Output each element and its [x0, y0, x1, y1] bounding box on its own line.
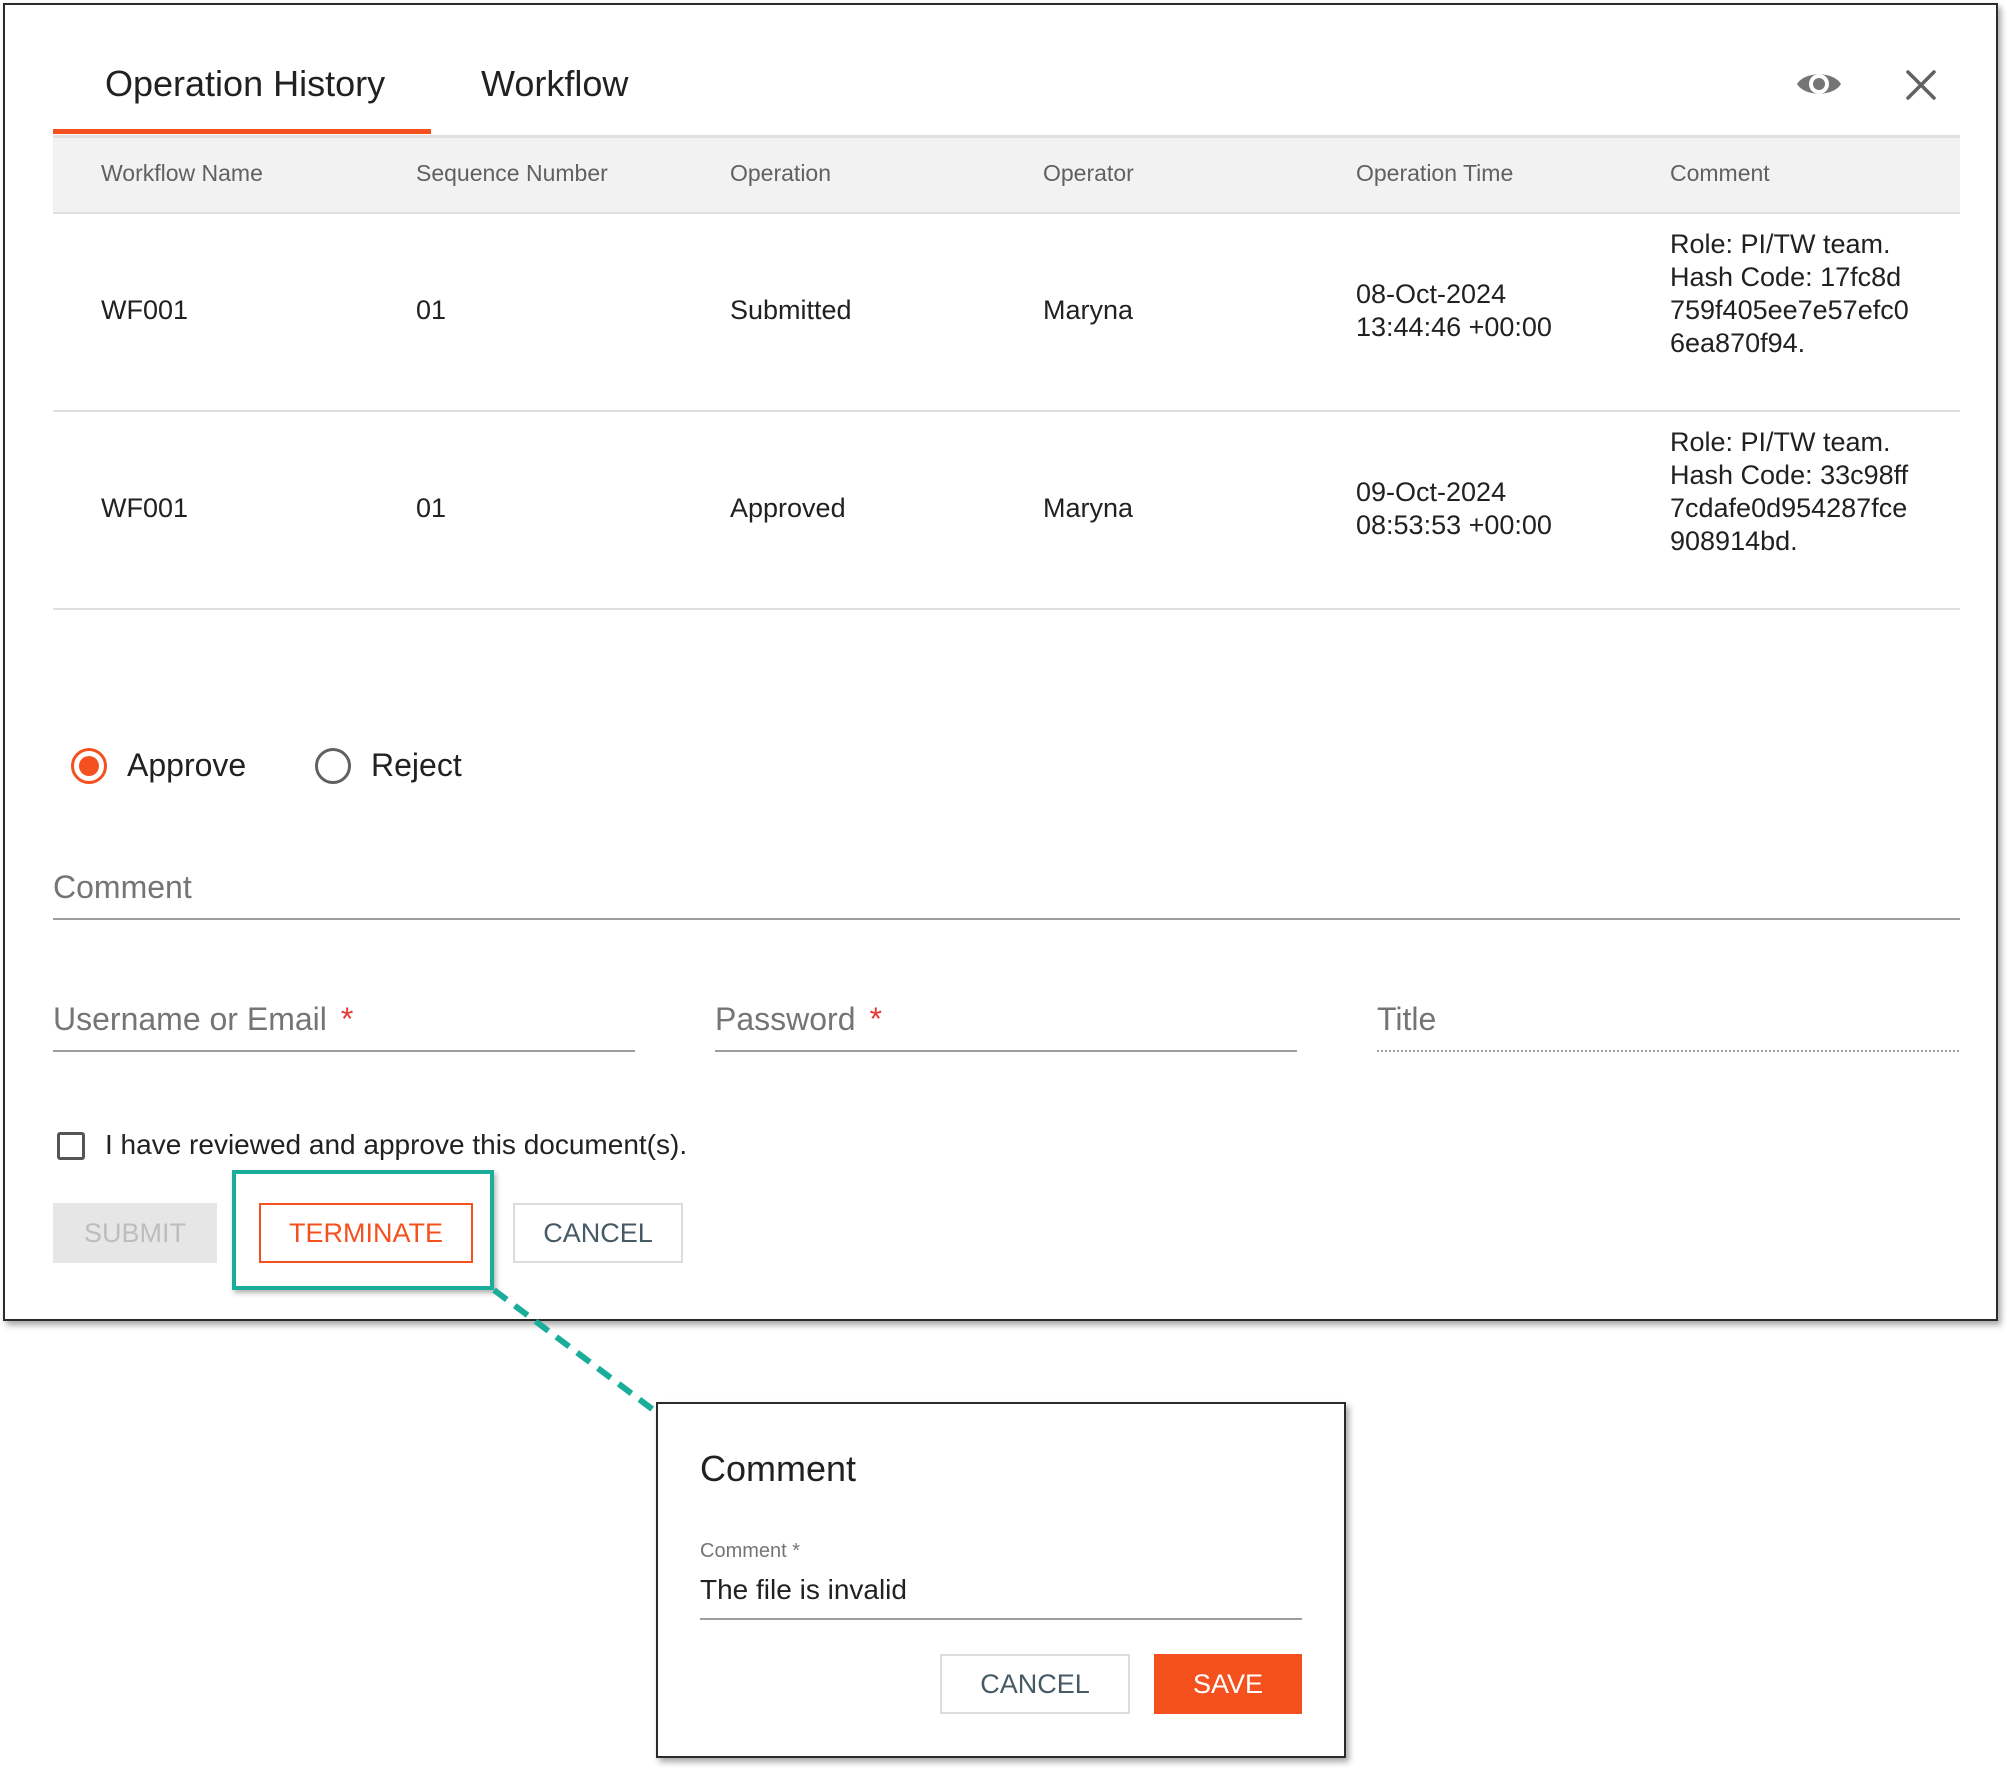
- dialog-comment-label: Comment *: [700, 1540, 801, 1562]
- dialog-comment-input[interactable]: The file is invalid: [700, 1574, 907, 1606]
- comment-dialog: Comment Comment * The file is invalid CA…: [656, 1402, 1346, 1758]
- dialog-cancel-button[interactable]: CANCEL: [940, 1654, 1130, 1714]
- dialog-save-button[interactable]: SAVE: [1154, 1654, 1302, 1714]
- dialog-comment-underline: [700, 1618, 1302, 1620]
- dialog-title: Comment: [700, 1448, 857, 1489]
